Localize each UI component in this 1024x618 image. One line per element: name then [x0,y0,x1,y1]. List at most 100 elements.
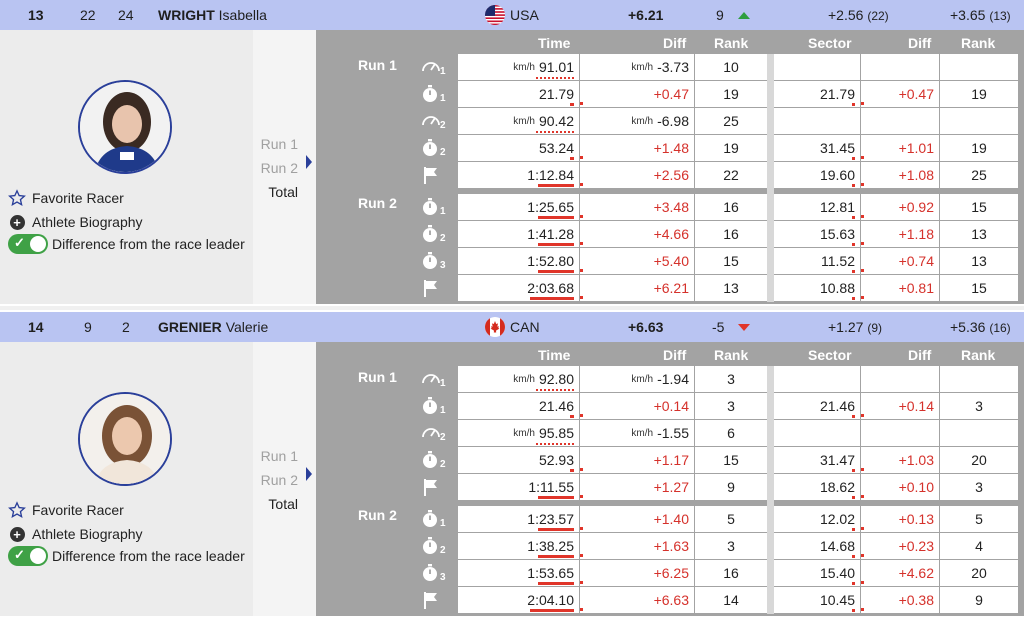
cell-rank-value: 10 [723,59,739,75]
sector-deficit-bar [852,297,855,300]
diff-marker [861,554,864,557]
star-icon [8,189,26,207]
stopwatch-icon: 3 [420,562,446,584]
speedometer-icon: 2 [420,422,446,444]
cell-rank: 3 [695,366,767,392]
athlete-start-number: 24 [118,7,134,23]
cell-rank-value: 14 [723,592,739,608]
cell-diff-value: +0.14 [653,398,689,414]
cell-sector-rank: 9 [940,587,1018,613]
cell-diff: +1.27 [580,474,694,500]
col-header-sector-diff: Diff [908,35,932,51]
diff-marker [580,215,583,218]
cell-sector-diff-value: +1.01 [898,140,934,156]
cell-sector-value: 15.40 [819,565,855,581]
cell-sector-diff-value: +0.38 [898,592,934,608]
difference-toggle-switch[interactable]: ✓ [8,234,48,254]
cell-sector-diff: +0.81 [861,275,939,301]
cell-sector-rank-value: 3 [975,398,983,414]
athlete-gap-run1: +1.27 (9) [828,319,882,335]
icon-subscript: 1 [440,518,446,529]
cell-time: km/h 92.80 [458,366,579,392]
athlete-biography-label: Athlete Biography [32,214,143,230]
cell-time-value: 21.79 [538,86,574,102]
speedometer-icon: 1 [420,56,446,78]
cell-sector-diff-value: +4.62 [898,565,934,581]
stopwatch-icon: 2 [420,449,446,471]
cell-sector-diff-value: +0.81 [898,280,934,296]
diff-marker [861,242,864,245]
diff-marker [580,468,583,471]
difference-toggle-row[interactable]: ✓ Difference from the race leader [8,546,245,566]
cell-rank-value: 16 [723,226,739,242]
cell-diff: +5.40 [580,248,694,274]
favorite-racer-option[interactable]: Favorite Racer [8,500,124,520]
icon-subscript: 2 [440,459,446,470]
icon-subscript: 2 [440,545,446,556]
athlete-name: WRIGHT Isabella [158,7,267,23]
cell-diff: +6.63 [580,587,694,613]
athlete-country: USA [510,7,539,23]
cell-rank-value: 15 [723,452,739,468]
cell-diff-value: +2.56 [653,167,689,183]
cell-diff-value: -1.94 [657,371,689,387]
athlete-biography-link[interactable]: + Athlete Biography [8,524,143,544]
difference-toggle-switch[interactable]: ✓ [8,546,48,566]
cell-rank-value: 5 [727,511,735,527]
icon-subscript: 1 [440,378,446,389]
run-selector-run1[interactable]: Run 1 [261,448,298,464]
cell-time: 1:23.57 [458,506,579,532]
run-selector-run2[interactable]: Run 2 [261,160,298,176]
cell-sector [774,54,860,80]
unit-label: km/h [631,61,654,73]
run-selector-total[interactable]: Total [268,496,298,512]
cell-rank-value: 3 [727,398,735,414]
diff-marker [861,296,864,299]
cell-sector-rank-value: 25 [971,167,987,183]
cell-sector-rank-value: 13 [971,253,987,269]
stopwatch-icon: 1 [420,508,446,530]
cell-diff: km/h -6.98 [580,108,694,134]
speed-deficit-dots [536,389,574,391]
cell-rank-value: 3 [727,538,735,554]
cell-sector-rank-value: 13 [971,226,987,242]
athlete-name: GRENIER Valerie [158,319,269,335]
cell-time: 1:25.65 [458,194,579,220]
run-selector-run1[interactable]: Run 1 [261,136,298,152]
diff-marker [580,608,583,611]
athlete-biography-link[interactable]: + Athlete Biography [8,212,143,232]
cell-rank-value: 6 [727,425,735,441]
sector-deficit-bar [852,496,855,499]
icon-subscript: 3 [440,572,446,583]
cell-rank: 15 [695,248,767,274]
cell-sector-rank: 15 [940,275,1018,301]
selected-indicator-icon [306,155,312,169]
time-deficit-bar [538,582,574,585]
cell-sector-rank [940,420,1018,446]
favorite-racer-option[interactable]: Favorite Racer [8,188,124,208]
cell-sector-value: 31.47 [819,452,855,468]
cell-sector-value: 18.62 [819,479,855,495]
cell-sector-rank: 25 [940,162,1018,188]
run-selector-run2[interactable]: Run 2 [261,472,298,488]
selected-indicator-icon [306,467,312,481]
athlete-header-row[interactable]: 14 9 2 GRENIER Valerie CAN +6.63 -5 +1.2… [0,312,1024,342]
cell-sector-diff-value: +1.03 [898,452,934,468]
athlete-movement: 9 [716,7,724,23]
difference-toggle-row[interactable]: ✓ Difference from the race leader [8,234,245,254]
col-header-time: Time [538,35,571,51]
cell-time: 1:53.65 [458,560,579,586]
athlete-gap-run2: +5.36 (16) [950,319,1011,335]
cell-sector: 18.62 [774,474,860,500]
diff-marker [580,581,583,584]
run-selector-total[interactable]: Total [268,184,298,200]
plus-circle-icon: + [8,213,26,231]
sector-deficit-bar [852,216,855,219]
athlete-header-row[interactable]: 13 22 24 WRIGHT Isabella USA +6.21 9 +2.… [0,0,1024,30]
cell-sector-diff-value: +0.92 [898,199,934,215]
time-deficit-bar [538,243,574,246]
diff-marker [861,414,864,417]
cell-rank: 19 [695,135,767,161]
avatar [78,392,172,486]
cell-diff-value: +5.40 [653,253,689,269]
